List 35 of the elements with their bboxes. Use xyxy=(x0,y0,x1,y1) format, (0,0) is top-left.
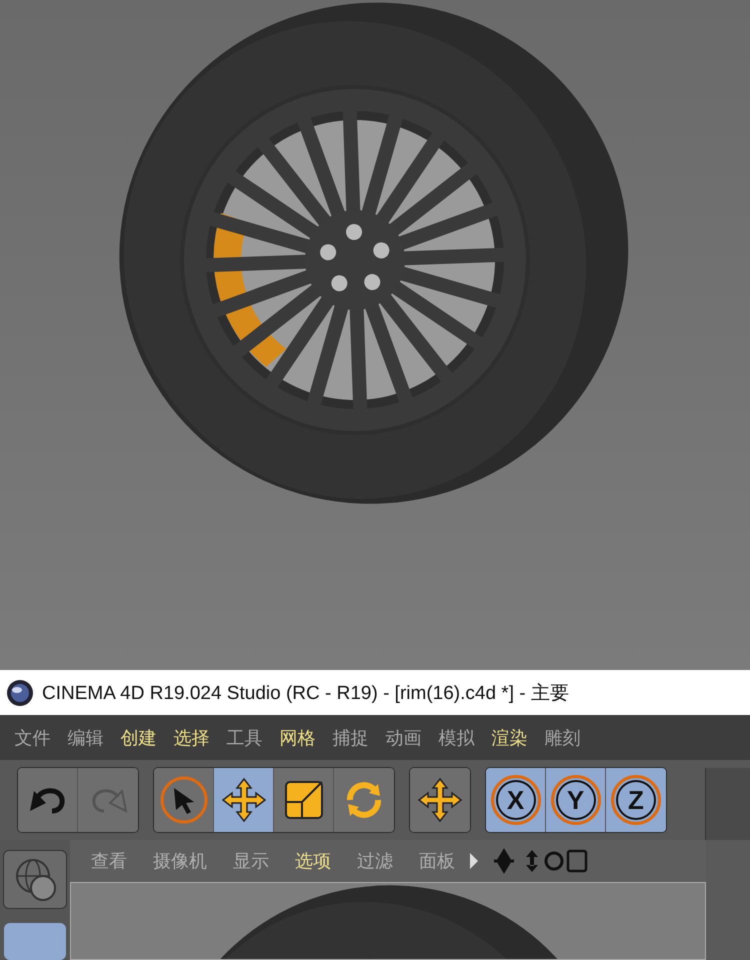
tool-button[interactable] xyxy=(214,768,274,832)
scale-icon xyxy=(284,780,324,820)
cursor-icon xyxy=(158,775,208,825)
menu-item[interactable]: 渲染 xyxy=(483,726,536,750)
axis-label: Y xyxy=(550,775,600,825)
viewport-menu-item[interactable]: 查看 xyxy=(78,849,140,873)
app-logo-icon xyxy=(6,678,34,706)
nav-icons-drawing[interactable] xyxy=(468,848,588,874)
tool-button[interactable]: X xyxy=(486,768,546,832)
menu-item[interactable]: 编辑 xyxy=(59,726,112,750)
axis-label: Z xyxy=(611,775,661,825)
menu-item[interactable]: 创建 xyxy=(112,726,165,750)
tool-button[interactable]: Z xyxy=(606,768,666,832)
menu-item[interactable]: 捕捉 xyxy=(324,726,377,750)
menu-item[interactable]: 选择 xyxy=(165,726,218,750)
side-panel xyxy=(705,768,750,840)
menu-item[interactable]: 文件 xyxy=(6,726,59,750)
menu-item[interactable]: 工具 xyxy=(218,726,271,750)
window-title: CINEMA 4D R19.024 Studio (RC - R19) - [rim(16).c4d *] - 主要 xyxy=(42,682,569,706)
viewport-menu-item[interactable]: 选项 xyxy=(282,849,344,873)
globe-button[interactable] xyxy=(3,850,67,910)
viewport-menu-item[interactable]: 面板 xyxy=(406,849,468,873)
viewport-menu-item[interactable]: 过滤 xyxy=(344,849,406,873)
axis-label: X xyxy=(490,775,540,825)
tool-button[interactable]: Y xyxy=(546,768,606,832)
viewport-menu-item[interactable]: 显示 xyxy=(220,849,282,873)
tool-button[interactable] xyxy=(18,768,78,832)
viewport-menu-item[interactable]: 摄像机 xyxy=(140,849,220,873)
menu-item[interactable]: 雕刻 xyxy=(536,726,589,750)
tool-button[interactable] xyxy=(154,768,214,832)
move-icon xyxy=(417,777,463,823)
menu-item[interactable]: 模拟 xyxy=(430,726,483,750)
menu-item[interactable]: 网格 xyxy=(271,726,324,750)
menu-item[interactable]: 动画 xyxy=(377,726,430,750)
move-icon xyxy=(220,777,266,823)
